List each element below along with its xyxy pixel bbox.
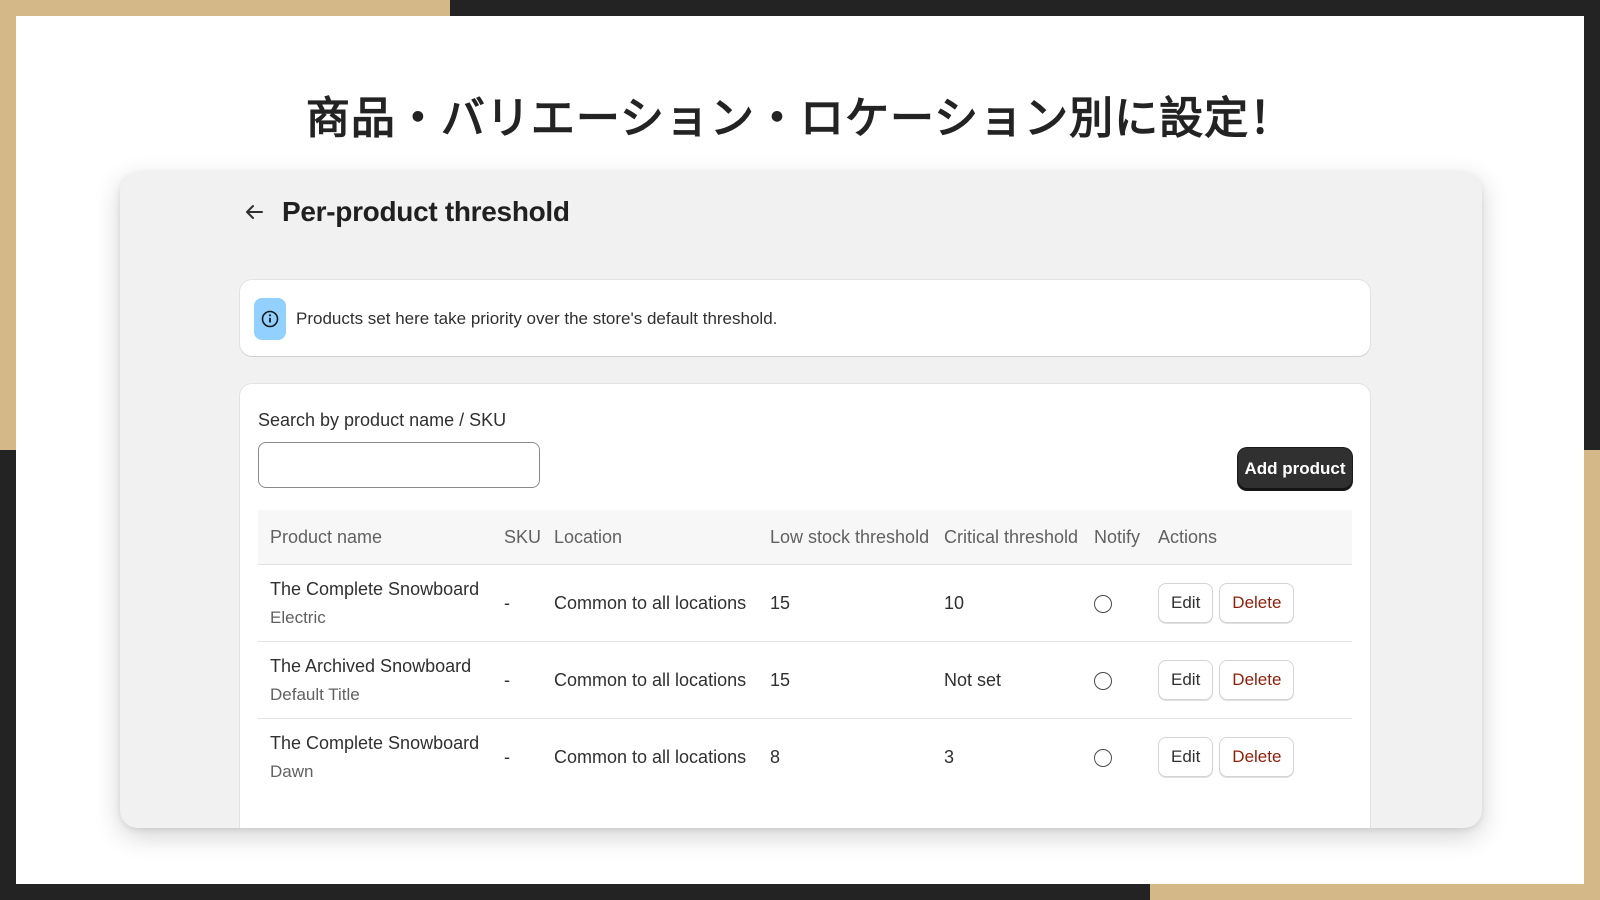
location-cell: Common to all locations (542, 641, 758, 719)
notify-radio[interactable] (1094, 671, 1112, 690)
notify-radio[interactable] (1094, 748, 1112, 767)
add-product-button[interactable]: Add product (1238, 448, 1352, 490)
col-header-actions: Actions (1146, 510, 1352, 565)
page-header: Per-product threshold (240, 192, 570, 232)
info-icon (254, 298, 286, 340)
banner-text: Products set here take priority over the… (296, 309, 778, 328)
sku-cell: - (504, 746, 510, 767)
col-header-product-name[interactable]: Product name (258, 510, 492, 565)
table-header-row: Product name SKU Location Low stock thre… (258, 510, 1352, 565)
delete-button[interactable]: Delete (1219, 583, 1295, 623)
delete-button[interactable]: Delete (1219, 737, 1295, 777)
location-cell: Common to all locations (542, 564, 758, 642)
sku-cell: - (492, 641, 542, 719)
product-name: The Archived Snowboard (270, 655, 472, 676)
table-row: The Archived Snowboard Default Title - C… (258, 641, 1352, 719)
low-stock-cell: 15 (758, 564, 932, 642)
sku-cell: - (492, 564, 542, 642)
info-banner-card: Products set here take priority over the… (240, 280, 1370, 356)
table-row: The Complete Snowboard Dawn - Common to … (258, 719, 1352, 796)
threshold-table-card: Search by product name / SKU Add product… (240, 384, 1370, 828)
edit-button[interactable]: Edit (1158, 660, 1214, 700)
location-cell: Common to all locations (554, 746, 747, 767)
product-variant: Default Title (270, 684, 360, 704)
delete-button[interactable]: Delete (1219, 660, 1295, 700)
critical-cell: 10 (932, 564, 1082, 642)
product-cell: The Archived Snowboard Default Title (258, 641, 492, 719)
product-cell: The Complete Snowboard Dawn (258, 719, 492, 796)
app-screenshot: Per-product threshold Products set here … (120, 172, 1482, 828)
search-input[interactable] (258, 442, 540, 488)
col-header-location[interactable]: Location (542, 510, 758, 565)
actions-cell: Edit Delete (1146, 641, 1352, 719)
arrow-left-icon[interactable] (240, 198, 268, 226)
notify-cell (1082, 641, 1146, 719)
notify-cell (1082, 564, 1146, 642)
actions-cell: Edit Delete (1146, 719, 1352, 796)
col-header-notify: Notify (1082, 510, 1146, 565)
low-stock-cell: 8 (770, 746, 781, 767)
product-variant: Dawn (270, 761, 314, 781)
search-label: Search by product name / SKU (258, 410, 507, 430)
product-name: The Complete Snowboard (270, 578, 480, 599)
notify-cell (1082, 719, 1146, 796)
threshold-table: Product name SKU Location Low stock thre… (258, 510, 1352, 795)
info-banner: Products set here take priority over the… (254, 298, 1356, 340)
page-title: Per-product threshold (282, 196, 570, 227)
actions-cell: Edit Delete (1146, 564, 1352, 642)
product-cell: The Complete Snowboard Electric (258, 564, 492, 642)
product-variant: Electric (270, 607, 326, 627)
table-row: The Complete Snowboard Electric - Common… (258, 564, 1352, 642)
col-header-sku[interactable]: SKU (492, 510, 542, 565)
col-header-low-stock[interactable]: Low stock threshold (758, 510, 932, 565)
low-stock-cell: 15 (758, 641, 932, 719)
notify-radio[interactable] (1094, 594, 1112, 613)
edit-button[interactable]: Edit (1158, 583, 1214, 623)
product-name: The Complete Snowboard (270, 732, 480, 753)
col-header-critical[interactable]: Critical threshold (932, 510, 1082, 565)
critical-cell: 3 (944, 746, 955, 767)
slide-title: 商品・バリエーション・ロケーション別に設定！ (305, 93, 1295, 144)
edit-button[interactable]: Edit (1158, 737, 1214, 777)
slide: 商品・バリエーション・ロケーション別に設定！ Per-product thres… (16, 16, 1584, 884)
critical-cell: Not set (932, 641, 1082, 719)
